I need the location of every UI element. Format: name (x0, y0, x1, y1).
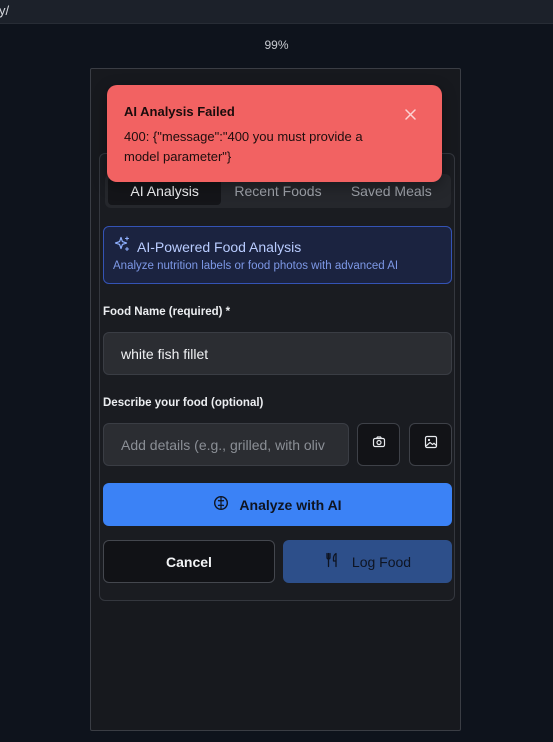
upload-image-button[interactable] (409, 423, 452, 466)
camera-icon (372, 435, 386, 454)
browser-top-bar: y/ (0, 0, 553, 24)
toast-title: AI Analysis Failed (124, 104, 235, 119)
close-icon[interactable] (403, 107, 417, 121)
describe-food-label: Describe your food (optional) (103, 397, 264, 409)
food-name-label: Food Name (required) * (103, 306, 231, 318)
sparkles-icon (114, 236, 130, 257)
image-icon (424, 435, 438, 454)
log-food-panel (99, 153, 455, 601)
ai-banner-subtitle: Analyze nutrition labels or food photos … (113, 260, 399, 272)
toast-message: 400: {"message":"400 you must provide a … (124, 129, 363, 164)
utensils-icon (324, 552, 340, 571)
camera-button[interactable] (357, 423, 400, 466)
analyze-button-label: Analyze with AI (239, 496, 342, 513)
log-food-button[interactable]: Log Food (283, 540, 452, 583)
brain-icon (213, 495, 229, 514)
analyze-with-ai-button[interactable]: Analyze with AI (103, 483, 452, 526)
cancel-button[interactable]: Cancel (103, 540, 275, 583)
food-name-input[interactable]: white fish fillet (103, 332, 452, 375)
error-toast: AI Analysis Failed 400: {"message":"400 … (107, 85, 442, 182)
ai-banner-title: AI-Powered Food Analysis (137, 238, 302, 255)
url-fragment[interactable]: y/ (0, 3, 9, 18)
describe-food-input[interactable]: Add details (e.g., grilled, with oliv (103, 423, 349, 466)
ai-analysis-banner: AI-Powered Food Analysis Analyze nutriti… (103, 226, 452, 284)
zoom-level: 99% (264, 38, 289, 52)
log-food-label: Log Food (351, 553, 412, 570)
